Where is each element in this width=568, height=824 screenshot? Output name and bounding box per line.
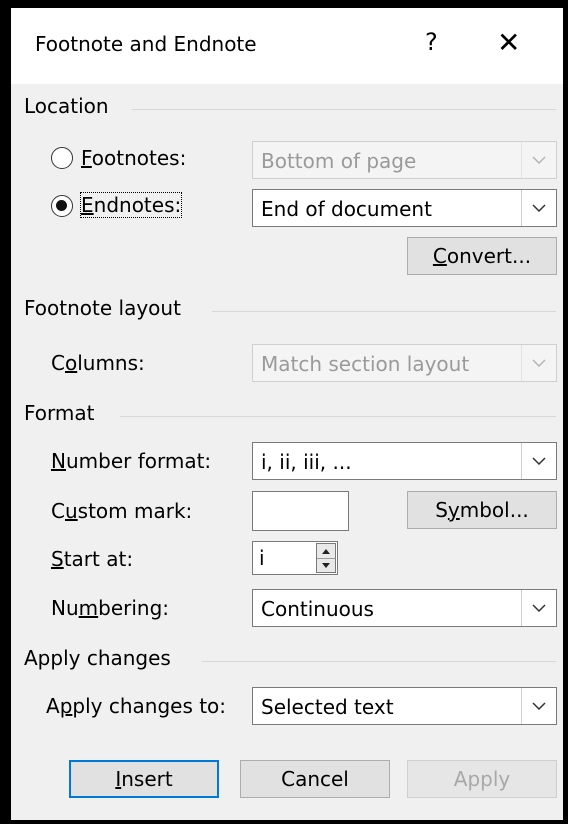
spin-down-icon[interactable] [317, 558, 335, 572]
symbol-button[interactable]: Sy mbol... [407, 491, 557, 529]
custom-mark-label: Custom mark: [51, 499, 193, 523]
help-button[interactable]: ? [425, 28, 438, 56]
footnote-endnote-dialog: Footnote and Endnote ? ✕ Location Footno… [11, 8, 563, 820]
apply-changes-to-value: Selected text [261, 695, 394, 719]
number-format-value: i, ii, iii, ... [261, 450, 352, 474]
columns-value: Match section layout [261, 352, 470, 376]
endnotes-position-value: End of document [261, 197, 432, 221]
number-format-select[interactable]: i, ii, iii, ... [252, 442, 557, 480]
custom-mark-input[interactable] [252, 491, 349, 531]
start-at-spinner[interactable] [316, 543, 336, 573]
footnotes-position-value: Bottom of page [261, 149, 417, 173]
cancel-button[interactable]: Cancel [240, 760, 390, 798]
number-format-label: Number format: [51, 449, 212, 473]
chevron-down-icon [521, 590, 556, 626]
footnotes-label[interactable]: Footnotes: [81, 146, 186, 170]
chevron-down-icon [521, 345, 556, 381]
chevron-down-icon [521, 142, 556, 178]
numbering-value: Continuous [261, 597, 374, 621]
location-divider [132, 109, 556, 110]
start-at-value: i [259, 546, 265, 570]
title-bar: Footnote and Endnote ? ✕ [11, 8, 563, 84]
footnotes-radio[interactable] [51, 147, 73, 169]
format-group-label: Format [24, 401, 95, 425]
endnotes-radio[interactable] [51, 195, 73, 217]
apply-changes-to-label: Apply changes to: [46, 694, 227, 718]
chevron-down-icon [521, 443, 556, 479]
columns-select: Match section layout [252, 344, 557, 382]
location-group-label: Location [24, 94, 109, 118]
apply-changes-group-label: Apply changes [24, 646, 171, 670]
apply-changes-divider [202, 661, 556, 662]
spin-up-icon[interactable] [317, 544, 335, 559]
dialog-title: Footnote and Endnote [35, 32, 257, 56]
footnotes-position-select: Bottom of page [252, 141, 557, 179]
start-at-label: Start at: [51, 547, 134, 571]
convert-button[interactable]: Convert... [407, 237, 557, 275]
numbering-label: Numbering: [51, 596, 170, 620]
columns-label: Columns: [51, 351, 145, 375]
apply-changes-to-select[interactable]: Selected text [252, 687, 557, 725]
endnotes-label[interactable]: Endnotes: [79, 192, 183, 218]
format-divider [120, 416, 556, 417]
insert-button[interactable]: Insert [69, 760, 219, 798]
footnote-layout-divider [212, 311, 556, 312]
close-button[interactable]: ✕ [497, 26, 520, 59]
endnotes-position-select[interactable]: End of document [252, 189, 557, 227]
apply-button[interactable]: Apply [407, 760, 557, 798]
chevron-down-icon [521, 190, 556, 226]
numbering-select[interactable]: Continuous [252, 589, 557, 627]
footnote-layout-group-label: Footnote layout [24, 296, 181, 320]
chevron-down-icon [521, 688, 556, 724]
